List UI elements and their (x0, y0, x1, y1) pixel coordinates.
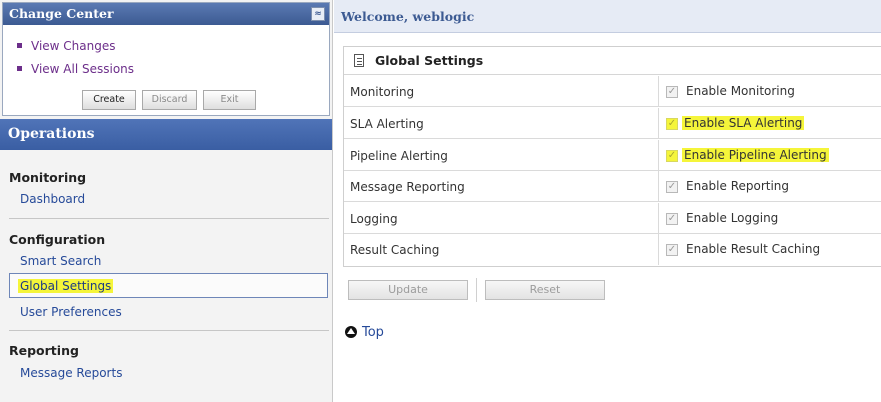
column-divider (658, 76, 659, 107)
settings-row-message-reporting: Message Reporting ✓ Enable Reporting (344, 171, 881, 202)
nav-item-dashboard[interactable]: Dashboard (20, 192, 85, 206)
enable-monitoring-checkbox[interactable]: ✓ (666, 86, 678, 98)
checkbox-label: Enable Pipeline Alerting (682, 148, 829, 162)
column-divider (658, 234, 659, 265)
column-divider (658, 171, 659, 202)
enable-logging-checkbox[interactable]: ✓ (666, 213, 678, 225)
settings-row-sla-alerting: SLA Alerting ✓ Enable SLA Alerting (344, 108, 881, 139)
change-center-title: Change Center (9, 6, 114, 21)
settings-row-logging: Logging ✓ Enable Logging (344, 203, 881, 234)
nav-item-global-settings[interactable]: Global Settings (18, 279, 114, 293)
setting-label: SLA Alerting (350, 117, 424, 131)
global-settings-panel: Global Settings Monitoring ✓ Enable Moni… (343, 46, 881, 267)
change-center-header: Change Center ≈ (3, 3, 329, 25)
view-all-sessions-label: View All Sessions (31, 62, 135, 76)
panel-title: Global Settings (375, 53, 484, 68)
enable-result-caching-checkbox[interactable]: ✓ (666, 244, 678, 256)
collapse-icon[interactable]: ≈ (311, 7, 325, 21)
column-divider (658, 140, 659, 171)
nav-item-message-reports[interactable]: Message Reports (20, 366, 122, 380)
section-title-monitoring: Monitoring (9, 170, 87, 185)
top-link[interactable]: Top (345, 325, 384, 340)
exit-button[interactable]: Exit (203, 90, 256, 110)
change-center-panel: Change Center ≈ View Changes View All Se… (2, 2, 330, 116)
view-all-sessions-link[interactable]: View All Sessions (17, 62, 134, 76)
settings-row-result-caching: Result Caching ✓ Enable Result Caching (344, 234, 881, 265)
left-navigation: Change Center ≈ View Changes View All Se… (0, 0, 333, 402)
settings-row-monitoring: Monitoring ✓ Enable Monitoring (344, 76, 881, 107)
checkbox-label: Enable SLA Alerting (682, 116, 805, 130)
view-changes-link[interactable]: View Changes (17, 39, 116, 53)
nav-item-user-preferences[interactable]: User Preferences (20, 305, 122, 319)
panel-header: Global Settings (344, 47, 881, 75)
nav-item-smart-search[interactable]: Smart Search (20, 254, 101, 268)
column-divider (658, 203, 659, 234)
checkbox-label: Enable Monitoring (686, 84, 795, 98)
setting-label: Result Caching (350, 243, 440, 257)
reset-button[interactable]: Reset (485, 280, 605, 300)
up-arrow-circle-icon (345, 325, 357, 338)
section-title-configuration: Configuration (9, 232, 106, 247)
setting-label: Pipeline Alerting (350, 149, 448, 163)
bullet-icon (17, 66, 22, 71)
section-divider (9, 218, 329, 219)
enable-reporting-checkbox[interactable]: ✓ (666, 181, 678, 193)
checkbox-label: Enable Reporting (686, 179, 790, 193)
discard-button[interactable]: Discard (142, 90, 197, 110)
settings-row-pipeline-alerting: Pipeline Alerting ✓ Enable Pipeline Aler… (344, 140, 881, 171)
update-button[interactable]: Update (348, 280, 468, 300)
setting-label: Message Reporting (350, 180, 465, 194)
enable-pipeline-alerting-checkbox[interactable]: ✓ (666, 150, 678, 162)
create-button[interactable]: Create (82, 90, 136, 110)
button-divider (476, 278, 477, 302)
checkbox-label: Enable Result Caching (686, 242, 821, 256)
document-icon (354, 54, 364, 67)
view-changes-label: View Changes (31, 39, 116, 53)
checkbox-label: Enable Logging (686, 211, 779, 225)
top-link-label: Top (362, 325, 384, 340)
column-divider (658, 108, 659, 139)
setting-label: Logging (350, 212, 398, 226)
bullet-icon (17, 43, 22, 48)
section-divider (9, 330, 329, 331)
enable-sla-alerting-checkbox[interactable]: ✓ (666, 118, 678, 130)
operations-header: Operations (0, 119, 332, 150)
welcome-bar: Welcome, weblogic (334, 0, 881, 33)
section-title-reporting: Reporting (9, 343, 79, 358)
setting-label: Monitoring (350, 85, 415, 99)
